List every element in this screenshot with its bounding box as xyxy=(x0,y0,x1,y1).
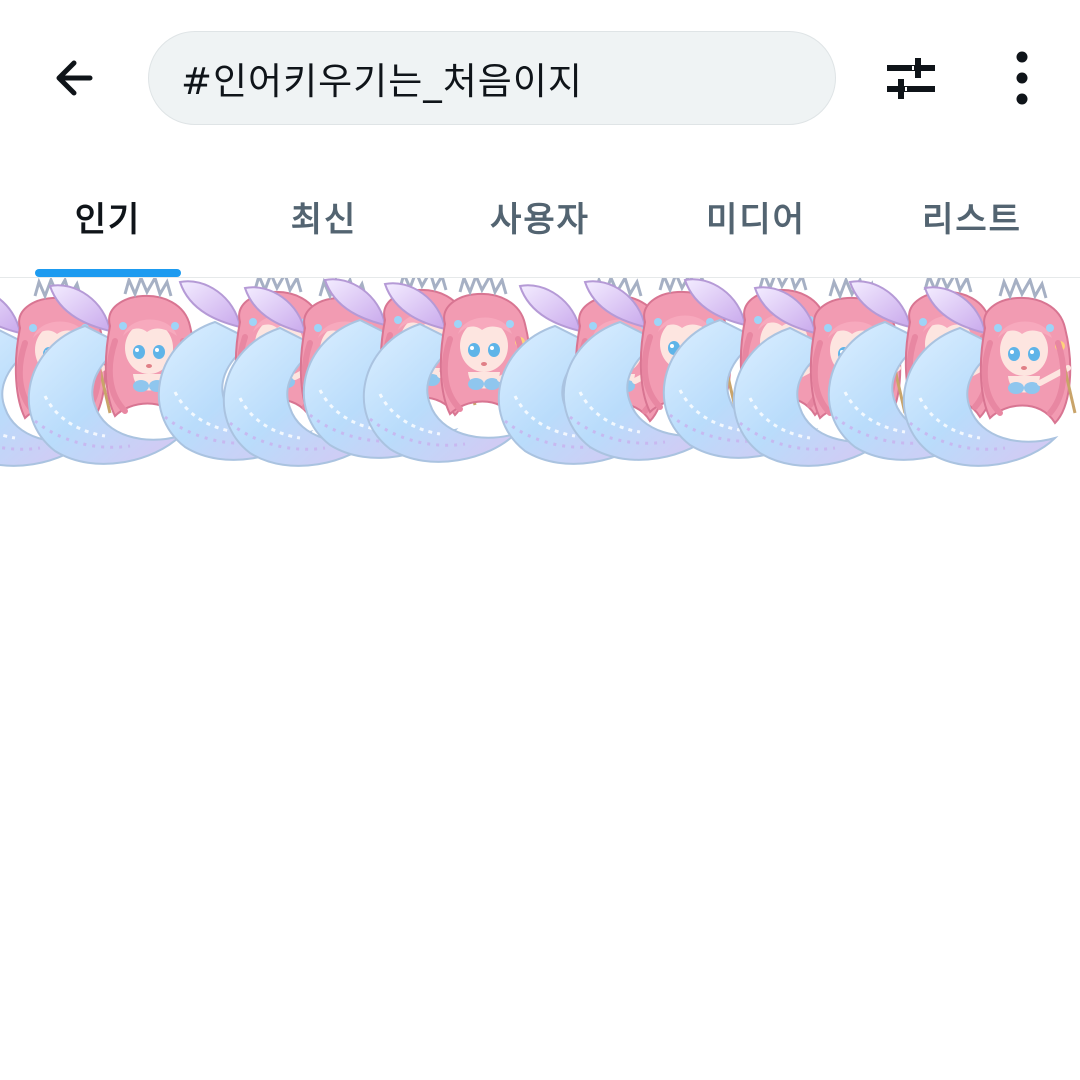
active-tab-indicator xyxy=(35,269,181,277)
tab-label: 인기 xyxy=(74,200,142,240)
search-query-text: #인어키우기는_처음이지 xyxy=(181,60,583,103)
tab-people[interactable]: 사용자 xyxy=(432,156,648,277)
search-filter-button[interactable] xyxy=(878,48,944,108)
arrow-left-icon xyxy=(56,60,93,96)
tab-label: 미디어 xyxy=(706,200,806,240)
top-app-bar: #인어키우기는_처음이지 xyxy=(0,0,1080,156)
search-field[interactable]: #인어키우기는_처음이지 xyxy=(148,31,836,125)
search-tabs: 인기 최신 사용자 미디어 리스트 xyxy=(0,156,1080,278)
mermaid-illustration xyxy=(0,278,1080,490)
tab-top[interactable]: 인기 xyxy=(0,156,216,277)
tab-label: 리스트 xyxy=(922,200,1022,240)
tab-label: 사용자 xyxy=(490,200,590,240)
mermaid-image-banner[interactable] xyxy=(0,278,1080,490)
more-vertical-icon xyxy=(1016,51,1028,105)
tab-media[interactable]: 미디어 xyxy=(648,156,864,277)
back-button[interactable] xyxy=(44,48,104,108)
more-options-button[interactable] xyxy=(994,48,1050,108)
tab-label: 최신 xyxy=(290,200,358,240)
tab-lists[interactable]: 리스트 xyxy=(864,156,1080,277)
sliders-icon xyxy=(887,58,935,99)
tab-latest[interactable]: 최신 xyxy=(216,156,432,277)
